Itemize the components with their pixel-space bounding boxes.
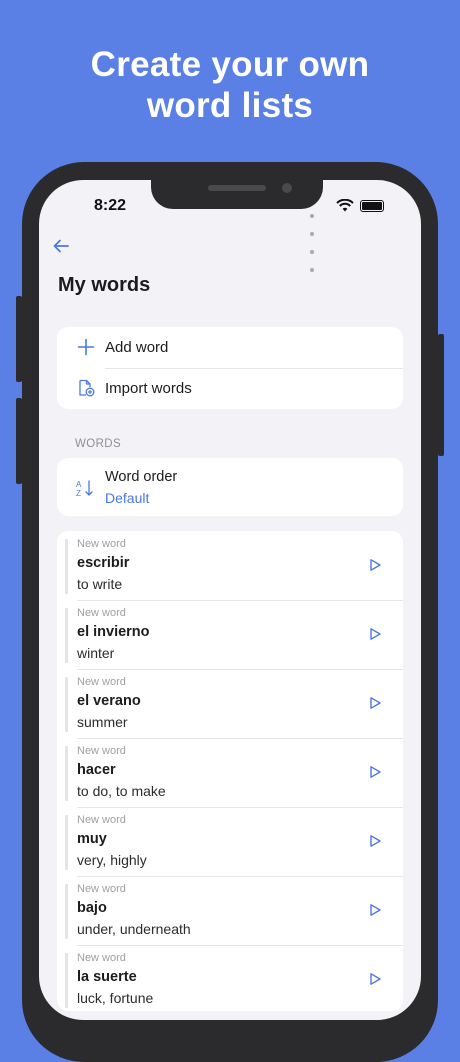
word-translation: very, highly (77, 852, 147, 868)
headline-line-2: word lists (146, 86, 314, 125)
word-translation: luck, fortune (77, 990, 154, 1006)
word-term: muy (77, 831, 107, 847)
word-tag: New word (77, 538, 126, 550)
word-status-bar (65, 884, 68, 939)
svg-text:A: A (76, 480, 82, 489)
word-status-bar (65, 953, 68, 1008)
word-tag: New word (77, 745, 126, 757)
play-icon[interactable] (368, 972, 382, 986)
headline-line-1: Create your own (90, 45, 370, 84)
word-term: la suerte (77, 969, 137, 985)
word-term: escribir (77, 555, 130, 571)
word-order-row[interactable]: A Z Word order Default (57, 458, 403, 516)
import-file-icon (79, 379, 95, 397)
word-list-item[interactable]: New word el verano summer (57, 669, 403, 738)
play-icon[interactable] (368, 558, 382, 572)
play-icon[interactable] (368, 696, 382, 710)
word-order-value[interactable]: Default (105, 490, 149, 506)
word-translation: summer (77, 714, 128, 730)
word-translation: to do, to make (77, 783, 166, 799)
word-list-item[interactable]: New word escribir to write (57, 531, 403, 600)
promo-headline: Create your own word lists (0, 44, 460, 126)
play-icon[interactable] (368, 627, 382, 641)
add-word-button[interactable]: Add word (57, 327, 403, 368)
phone-side-button (16, 296, 22, 382)
page-title: My words (58, 274, 151, 296)
word-term: hacer (77, 762, 116, 778)
word-list-item[interactable]: New word bajo under, underneath (57, 876, 403, 945)
phone-speaker (208, 185, 266, 191)
word-status-bar (65, 539, 68, 594)
import-words-button[interactable]: Import words (57, 368, 403, 409)
word-status-bar (65, 815, 68, 870)
wifi-icon (336, 199, 354, 212)
svg-text:Z: Z (76, 489, 81, 497)
word-list-item[interactable]: New word hacer to do, to make (57, 738, 403, 807)
word-tag: New word (77, 607, 126, 619)
actions-card: Add word Import words (57, 327, 403, 409)
word-term: bajo (77, 900, 107, 916)
status-time: 8:22 (94, 197, 127, 214)
word-order-title: Word order (105, 469, 178, 485)
play-icon[interactable] (368, 834, 382, 848)
plus-icon (77, 338, 95, 356)
back-arrow-icon[interactable] (52, 237, 70, 255)
phone-camera (282, 183, 292, 193)
word-tag: New word (77, 952, 126, 964)
word-list: New word escribir to write New word el invie… (57, 531, 403, 1011)
word-tag: New word (77, 676, 126, 688)
word-term: el invierno (77, 624, 150, 640)
play-icon[interactable] (368, 765, 382, 779)
word-translation: to write (77, 576, 123, 592)
word-list-item[interactable]: New word la suerte luck, fortune (57, 945, 403, 1014)
battery-icon (360, 200, 384, 212)
word-list-item[interactable]: New word muy very, highly (57, 807, 403, 876)
word-term: el verano (77, 693, 141, 709)
word-status-bar (65, 608, 68, 663)
word-tag: New word (77, 883, 126, 895)
sort-az-icon: A Z (76, 480, 93, 497)
phone-side-button (16, 398, 22, 484)
phone-power-button (438, 334, 444, 456)
word-status-bar (65, 746, 68, 801)
word-translation: winter (77, 645, 115, 661)
word-tag: New word (77, 814, 126, 826)
add-word-label: Add word (105, 339, 169, 356)
import-words-label: Import words (105, 380, 192, 397)
word-list-item[interactable]: New word el invierno winter (57, 600, 403, 669)
word-status-bar (65, 677, 68, 732)
play-icon[interactable] (368, 903, 382, 917)
word-translation: under, underneath (77, 921, 191, 937)
section-header-words: WORDS (75, 438, 122, 450)
signal-icon (310, 205, 316, 277)
